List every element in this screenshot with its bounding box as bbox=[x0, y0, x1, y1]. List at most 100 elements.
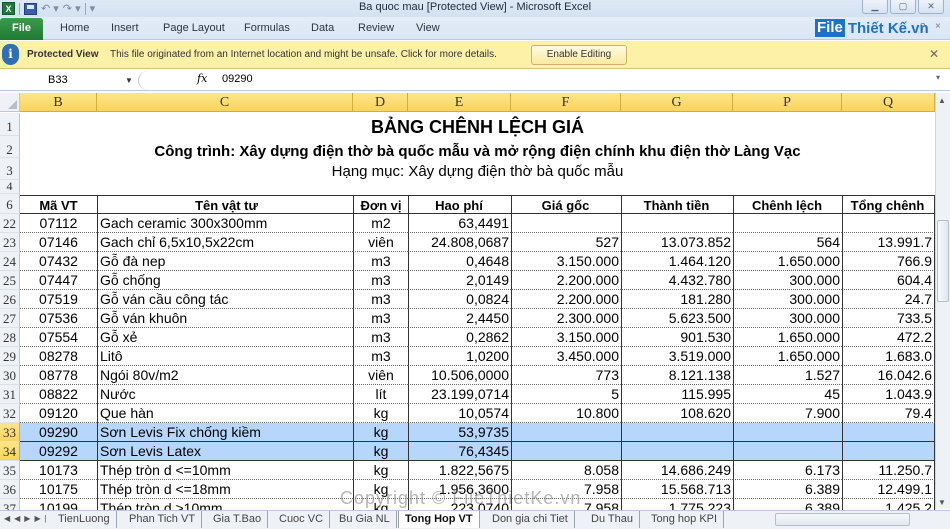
cell-tong-chenh[interactable] bbox=[842, 423, 935, 442]
header-thanh-tien[interactable]: Thành tiền bbox=[621, 195, 733, 214]
cell-don-vi[interactable]: viên bbox=[353, 366, 408, 385]
row-header[interactable]: 24 bbox=[0, 252, 20, 271]
cell-chenh-lech[interactable]: 7.900 bbox=[733, 404, 842, 423]
cell-ten-vat-tu[interactable]: Gỗ ván khuôn bbox=[97, 309, 353, 328]
formula-input[interactable]: 09290 bbox=[222, 73, 253, 85]
cell-don-vi[interactable]: kg bbox=[353, 461, 408, 480]
cell-hao-phi[interactable]: 24.808,0687 bbox=[408, 233, 511, 252]
header-ten-vat-tu[interactable]: Tên vật tư bbox=[97, 195, 353, 214]
cell-hao-phi[interactable]: 1.822,5675 bbox=[408, 461, 511, 480]
row-header[interactable]: 3 bbox=[0, 158, 20, 180]
expand-formula-bar-icon[interactable]: ▾ bbox=[936, 73, 940, 82]
tab-data[interactable]: Data bbox=[311, 22, 334, 34]
header-tong-chenh[interactable]: Tổng chênh bbox=[842, 195, 935, 214]
cell-gia-goc[interactable]: 2.200.000 bbox=[511, 271, 621, 290]
close-icon[interactable]: ✕ bbox=[918, 0, 944, 14]
cell-thanh-tien[interactable]: 14.686.249 bbox=[621, 461, 733, 480]
cell-chenh-lech[interactable] bbox=[733, 214, 842, 233]
close-icon[interactable]: ✕ bbox=[929, 47, 939, 61]
header-ma-vt[interactable]: Mã VT bbox=[20, 195, 97, 214]
column-header-d[interactable]: D bbox=[353, 93, 408, 112]
sheet-tab[interactable]: Bu Gia NL bbox=[333, 511, 397, 528]
cell-ten-vat-tu[interactable]: Sơn Levis Latex bbox=[97, 442, 353, 461]
cell-chenh-lech[interactable]: 300.000 bbox=[733, 290, 842, 309]
cell-don-vi[interactable]: kg bbox=[353, 442, 408, 461]
cell-hao-phi[interactable]: 0,0824 bbox=[408, 290, 511, 309]
cell-tong-chenh[interactable]: 79.4 bbox=[842, 404, 935, 423]
cell-tong-chenh[interactable]: 12.499.1 bbox=[842, 480, 935, 499]
sheet-tab[interactable]: Du Thau bbox=[585, 511, 640, 528]
cell-thanh-tien[interactable]: 5.623.500 bbox=[621, 309, 733, 328]
cell-gia-goc[interactable] bbox=[511, 423, 621, 442]
cell-thanh-tien[interactable]: 15.568.713 bbox=[621, 480, 733, 499]
cell-don-vi[interactable]: kg bbox=[353, 423, 408, 442]
row-header[interactable]: 29 bbox=[0, 347, 20, 366]
cell-ma-vt[interactable]: 09290 bbox=[20, 423, 97, 442]
cell-hao-phi[interactable]: 2,4450 bbox=[408, 309, 511, 328]
cell-tong-chenh[interactable]: 1.043.9 bbox=[842, 385, 935, 404]
cell-ma-vt[interactable]: 10175 bbox=[20, 480, 97, 499]
cell-gia-goc[interactable]: 2.300.000 bbox=[511, 309, 621, 328]
cell-thanh-tien[interactable] bbox=[621, 423, 733, 442]
cell-tong-chenh[interactable] bbox=[842, 442, 935, 461]
cell-ten-vat-tu[interactable]: Que hàn bbox=[97, 404, 353, 423]
cell-chenh-lech[interactable]: 6.173 bbox=[733, 461, 842, 480]
cell-ma-vt[interactable]: 08778 bbox=[20, 366, 97, 385]
scroll-up-icon[interactable]: ▲ bbox=[938, 96, 946, 105]
chevron-down-icon[interactable]: ▼ bbox=[125, 71, 133, 90]
header-gia-goc[interactable]: Giá gốc bbox=[511, 195, 621, 214]
row-header[interactable]: 27 bbox=[0, 309, 20, 328]
sheet-tab[interactable]: TienLuong bbox=[52, 511, 117, 528]
workbook-close-icon[interactable]: × bbox=[935, 21, 941, 32]
row-header[interactable]: 32 bbox=[0, 404, 20, 423]
cell-chenh-lech[interactable]: 1.650.000 bbox=[733, 252, 842, 271]
cell-gia-goc[interactable]: 10.800 bbox=[511, 404, 621, 423]
cell-tong-chenh[interactable]: 1.683.0 bbox=[842, 347, 935, 366]
cell-hao-phi[interactable]: 1,0200 bbox=[408, 347, 511, 366]
cell-hao-phi[interactable]: 63,4491 bbox=[408, 214, 511, 233]
cell-chenh-lech[interactable]: 45 bbox=[733, 385, 842, 404]
row-header[interactable]: 4 bbox=[0, 180, 20, 194]
cell-thanh-tien[interactable]: 4.432.780 bbox=[621, 271, 733, 290]
cell-tong-chenh[interactable] bbox=[842, 214, 935, 233]
cell-ten-vat-tu[interactable]: Thép tròn d <=18mm bbox=[97, 480, 353, 499]
cell-tong-chenh[interactable]: 472.2 bbox=[842, 328, 935, 347]
cell-hao-phi[interactable]: 2,0149 bbox=[408, 271, 511, 290]
sheet-tab[interactable]: Tong hop KPI bbox=[645, 511, 725, 528]
cell-don-vi[interactable]: m2 bbox=[353, 214, 408, 233]
tab-review[interactable]: Review bbox=[358, 22, 394, 34]
cell-don-vi[interactable]: m3 bbox=[353, 290, 408, 309]
horizontal-scrollbar[interactable] bbox=[775, 513, 910, 526]
cell-ma-vt[interactable]: 07112 bbox=[20, 214, 97, 233]
cell-chenh-lech[interactable]: 300.000 bbox=[733, 271, 842, 290]
cell-chenh-lech[interactable]: 6.389 bbox=[733, 480, 842, 499]
cell-gia-goc[interactable]: 773 bbox=[511, 366, 621, 385]
cell-ma-vt[interactable]: 07554 bbox=[20, 328, 97, 347]
cell-thanh-tien[interactable]: 181.280 bbox=[621, 290, 733, 309]
row-header[interactable]: 25 bbox=[0, 271, 20, 290]
cell-don-vi[interactable]: lít bbox=[353, 385, 408, 404]
sheet-tab[interactable]: Phan Tich VT bbox=[123, 511, 203, 528]
column-header-p[interactable]: P bbox=[733, 93, 842, 112]
cell-thanh-tien[interactable]: 13.073.852 bbox=[621, 233, 733, 252]
minimize-icon[interactable]: ▁ bbox=[862, 0, 888, 14]
row-header[interactable]: 33 bbox=[0, 423, 20, 442]
cell-ma-vt[interactable]: 10173 bbox=[20, 461, 97, 480]
row-header[interactable]: 26 bbox=[0, 290, 20, 309]
cell-thanh-tien[interactable]: 115.995 bbox=[621, 385, 733, 404]
row-header[interactable]: 31 bbox=[0, 385, 20, 404]
row-header[interactable]: 22 bbox=[0, 214, 20, 233]
cell-ten-vat-tu[interactable]: Gỗ xẻ bbox=[97, 328, 353, 347]
cell-thanh-tien[interactable]: 3.519.000 bbox=[621, 347, 733, 366]
cell-chenh-lech[interactable] bbox=[733, 423, 842, 442]
cell-don-vi[interactable]: viên bbox=[353, 233, 408, 252]
cell-ten-vat-tu[interactable]: Litô bbox=[97, 347, 353, 366]
column-header-e[interactable]: E bbox=[408, 93, 511, 112]
cell-gia-goc[interactable]: 2.200.000 bbox=[511, 290, 621, 309]
cell-don-vi[interactable]: m3 bbox=[353, 309, 408, 328]
column-header-q[interactable]: Q bbox=[842, 93, 935, 112]
cell-ma-vt[interactable]: 07146 bbox=[20, 233, 97, 252]
row-header[interactable]: 1 bbox=[0, 113, 20, 136]
cell-don-vi[interactable]: kg bbox=[353, 404, 408, 423]
column-header-c[interactable]: C bbox=[97, 93, 353, 112]
